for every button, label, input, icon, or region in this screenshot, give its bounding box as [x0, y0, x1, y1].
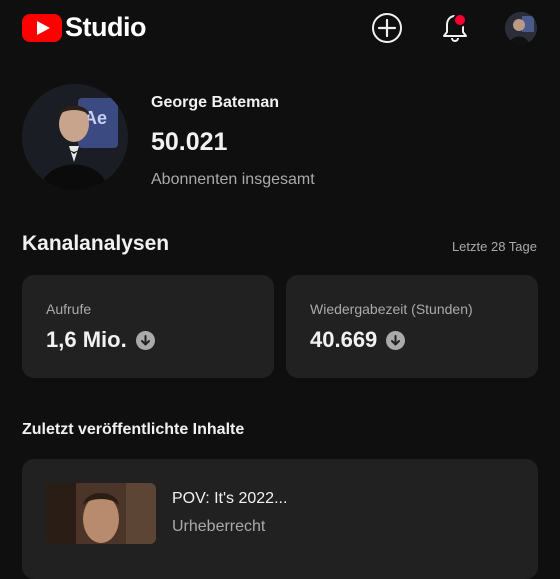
views-value: 1,6 Mio.: [46, 327, 127, 352]
recent-video-card[interactable]: POV: It's 2022... Urheberrecht: [22, 459, 538, 579]
channel-avatar[interactable]: Ae: [22, 84, 128, 190]
arrow-down-circle-icon: [386, 330, 406, 350]
youtube-play-icon: [22, 13, 62, 42]
top-app-bar: Studio: [0, 0, 560, 56]
analytics-title[interactable]: Kanalanalysen: [22, 232, 169, 256]
video-status: Urheberrecht: [172, 518, 266, 535]
studio-logo[interactable]: Studio: [22, 12, 146, 43]
create-button[interactable]: [369, 10, 405, 46]
subscriber-count-label: Abonnenten insgesamt: [151, 171, 315, 188]
arrow-down-circle-icon: [135, 330, 155, 350]
views-card[interactable]: Aufrufe 1,6 Mio.: [22, 275, 274, 378]
watchtime-value: 40.669: [310, 327, 378, 352]
notifications-button[interactable]: [437, 10, 473, 46]
logo-text: Studio: [65, 12, 146, 42]
account-avatar: [505, 12, 537, 44]
channel-summary: Ae George Bateman 50.021 Abonnenten insg…: [22, 84, 542, 194]
watchtime-card[interactable]: Wiedergabezeit (Stunden) 40.669: [286, 275, 538, 378]
watchtime-label: Wiedergabezeit (Stunden): [310, 301, 473, 317]
watchtime-value-row: 40.669: [310, 327, 406, 353]
subscriber-count: 50.021: [151, 128, 228, 156]
account-button[interactable]: [503, 10, 539, 46]
notification-badge: [453, 13, 467, 27]
video-thumbnail[interactable]: [46, 483, 156, 544]
plus-circle-icon: [372, 13, 402, 43]
views-label: Aufrufe: [46, 301, 92, 317]
video-title[interactable]: POV: It's 2022...: [172, 490, 287, 508]
analytics-period: Letzte 28 Tage: [451, 239, 537, 254]
recent-content-title: Zuletzt veröffentlichte Inhalte: [22, 421, 245, 438]
views-value-row: 1,6 Mio.: [46, 327, 155, 353]
channel-name: George Bateman: [151, 94, 280, 111]
